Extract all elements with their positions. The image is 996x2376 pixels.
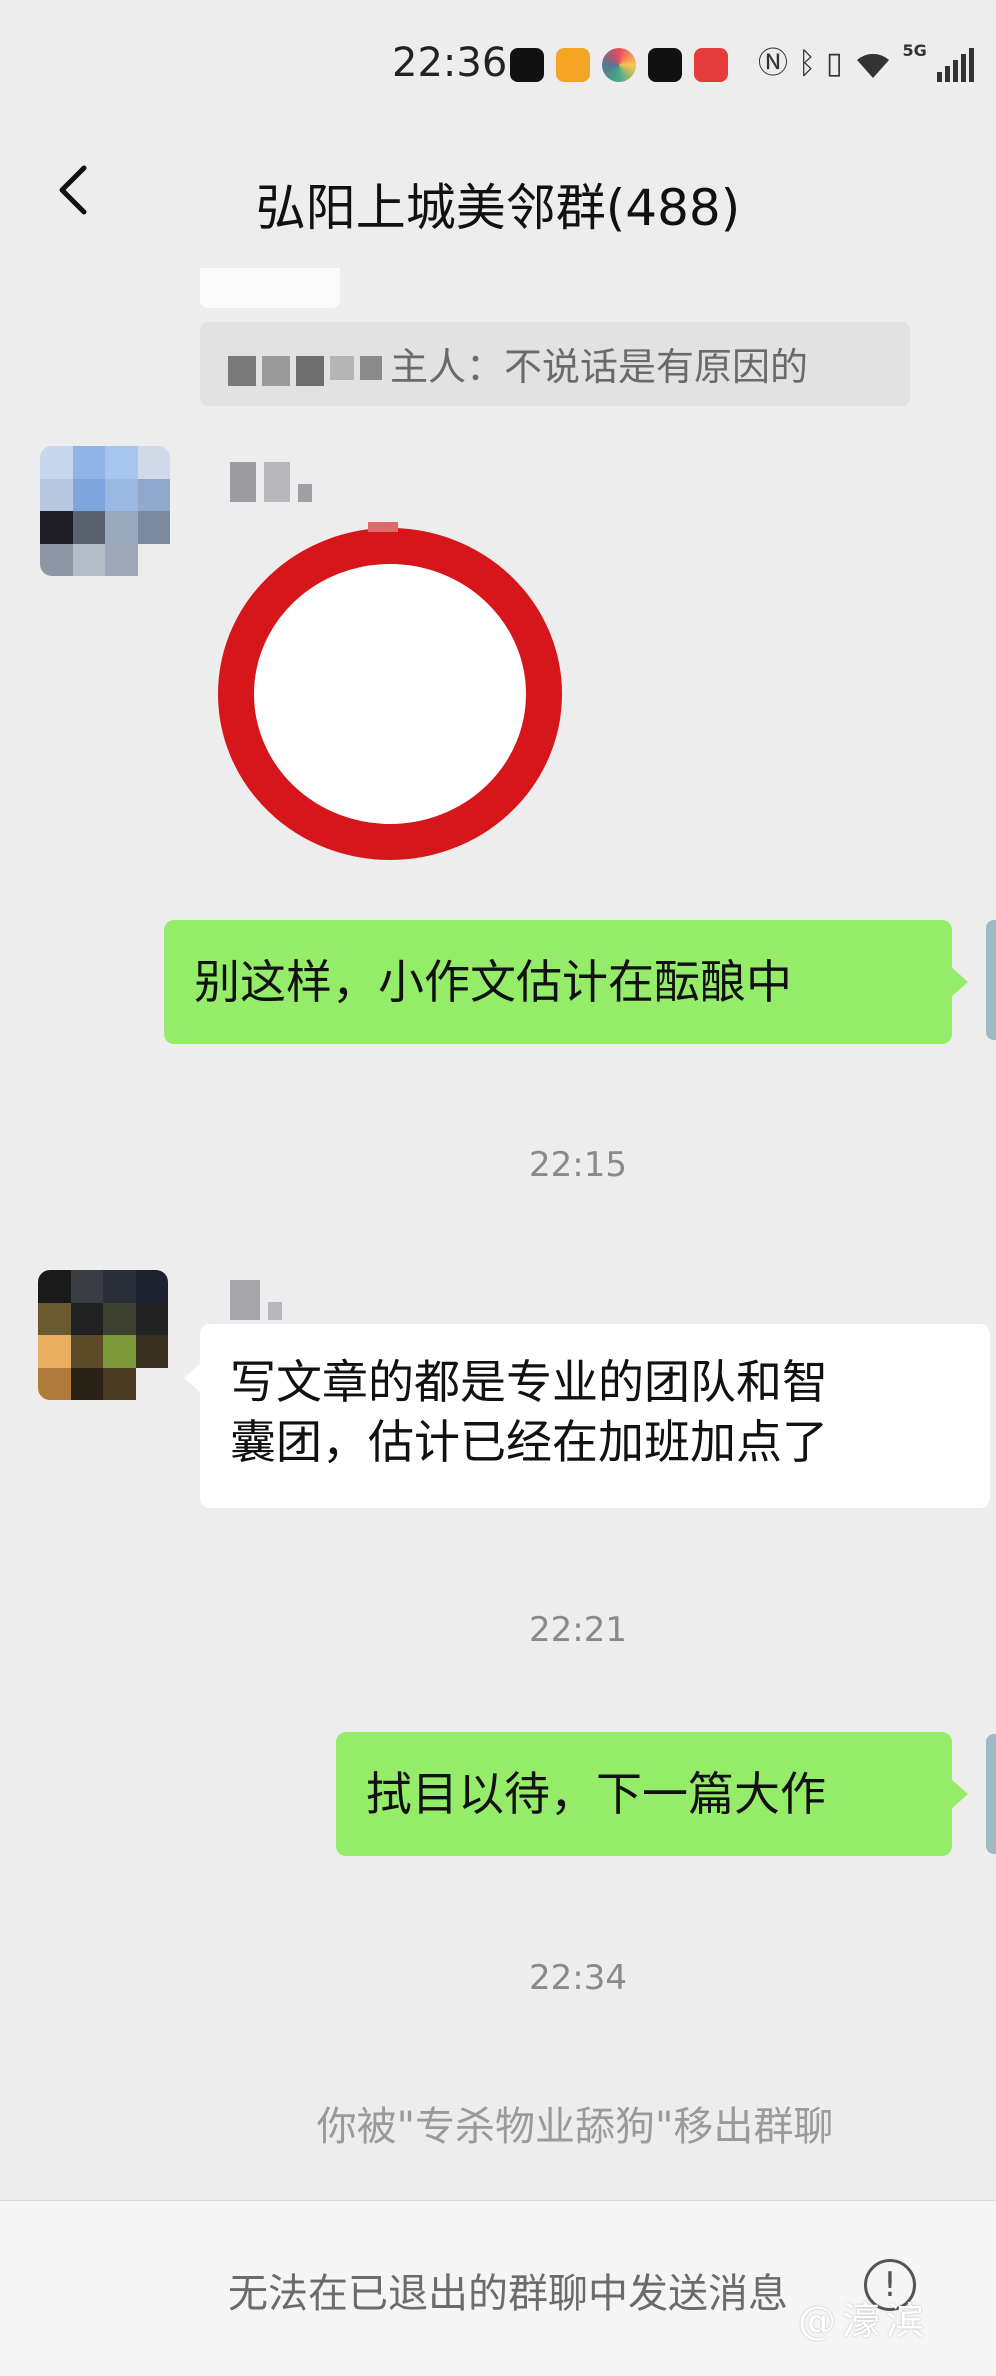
timestamp: 22:34 bbox=[529, 1958, 627, 1998]
message-text-line: 写文章的都是专业的团队和智 bbox=[230, 1355, 828, 1409]
avatar[interactable] bbox=[40, 446, 170, 576]
notification-icons bbox=[510, 48, 728, 82]
quoted-text: 主人：不说话是有原因的 bbox=[390, 345, 809, 389]
sender-name-blurred bbox=[230, 1280, 282, 1320]
my-avatar[interactable] bbox=[986, 920, 996, 1040]
message-bubble-sent[interactable]: 拭目以待，下一篇大作 bbox=[336, 1732, 968, 1856]
quoted-sender-blurred bbox=[228, 356, 382, 386]
sender-name-blurred bbox=[230, 462, 312, 502]
message-bubble-sent[interactable]: 别这样，小作文估计在酝酿中 bbox=[164, 920, 968, 1044]
message-text: 别这样，小作文估计在酝酿中 bbox=[194, 955, 792, 1009]
wifi-icon bbox=[856, 53, 889, 78]
red-circle-sticker[interactable] bbox=[218, 522, 562, 862]
my-avatar[interactable] bbox=[986, 1734, 996, 1854]
app-orange-icon bbox=[556, 48, 590, 82]
previous-sticker[interactable] bbox=[200, 268, 340, 308]
timestamp: 22:15 bbox=[529, 1145, 627, 1185]
cannot-send-notice: 无法在已退出的群聊中发送消息 bbox=[228, 2271, 788, 2317]
nfc-icon: Ⓝ bbox=[758, 46, 788, 81]
app-red-icon bbox=[694, 48, 728, 82]
tiktok-icon bbox=[510, 48, 544, 82]
tiktok-icon-2 bbox=[648, 48, 682, 82]
bluetooth-icon: ᛒ bbox=[798, 46, 816, 81]
chat-header: 弘阳上城美邻群(488) bbox=[0, 130, 996, 260]
input-disabled-bar: 无法在已退出的群聊中发送消息 ! bbox=[0, 2200, 996, 2376]
app-flower-icon bbox=[602, 48, 636, 82]
timestamp: 22:21 bbox=[529, 1610, 627, 1650]
watermark: @濠滨 bbox=[798, 2299, 931, 2343]
message-text: 拭目以待，下一篇大作 bbox=[366, 1767, 826, 1821]
vibrate-icon: ▯ bbox=[826, 46, 843, 81]
status-time: 22:36 bbox=[392, 40, 508, 86]
system-notice: 你被"专杀物业舔狗"移出群聊 bbox=[316, 2104, 834, 2150]
message-bubble-received[interactable]: 写文章的都是专业的团队和智 囊团，估计已经在加班加点了 bbox=[184, 1324, 990, 1508]
status-bar: 22:36 Ⓝ ᛒ ▯ 5G bbox=[0, 0, 996, 130]
chat-title: 弘阳上城美邻群(488) bbox=[255, 179, 741, 237]
quoted-message[interactable]: 主人：不说话是有原因的 bbox=[200, 322, 910, 406]
message-text-line: 囊团，估计已经在加班加点了 bbox=[230, 1415, 828, 1469]
system-status-icons: Ⓝ ᛒ ▯ 5G bbox=[758, 41, 974, 82]
avatar[interactable] bbox=[38, 1270, 168, 1400]
signal-icon bbox=[936, 46, 974, 82]
network-type: 5G bbox=[902, 40, 927, 60]
